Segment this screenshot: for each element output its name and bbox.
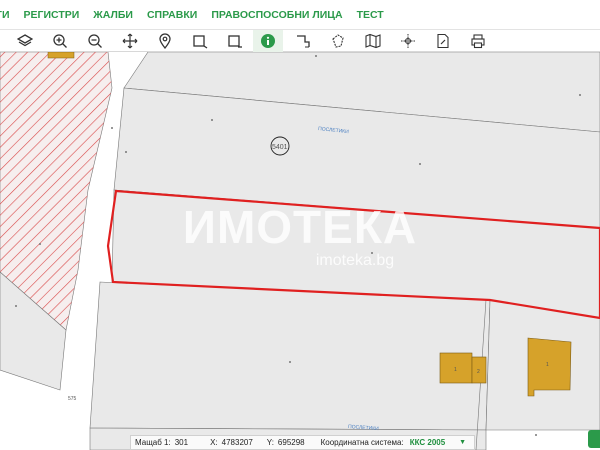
select-rect-icon [193, 35, 208, 49]
coordinate-grid-icon [401, 34, 415, 48]
measure-angle-button[interactable] [288, 30, 318, 52]
building-number: 1 [454, 367, 457, 373]
cadastral-map[interactable]: 1 2 1 5401 ПОСЛЕТИКИ ПОСЛЕТИКИ 575 ИМОТЕ… [0, 52, 600, 450]
menu-item-gi[interactable]: ГИ [0, 9, 10, 21]
pan-icon [122, 33, 138, 49]
road-label: 575 [68, 396, 77, 402]
draw-polygon-button[interactable] [323, 30, 353, 52]
document-edit-icon [437, 33, 449, 49]
pan-button[interactable] [115, 30, 145, 52]
menu-item-complaints[interactable]: ЖАЛБИ [93, 9, 133, 21]
document-edit-button[interactable] [428, 30, 458, 52]
select-rect-minus-icon [228, 35, 242, 48]
menu-item-test[interactable]: ТЕСТ [357, 9, 384, 21]
map-button[interactable] [358, 30, 388, 52]
building[interactable] [47, 52, 75, 59]
parcel-number: 5401 [272, 144, 288, 151]
layers-icon [17, 34, 33, 47]
main-menu: ГИ РЕГИСТРИ ЖАЛБИ СПРАВКИ ПРАВОСПОСОБНИ … [0, 0, 600, 30]
coordinate-system-label: Координатна система: [320, 438, 404, 447]
map-status-bar: Мащаб 1: 301 X: 4783207 Y: 695298 Коорди… [130, 435, 475, 450]
zoom-in-button[interactable] [45, 30, 75, 52]
draw-polygon-icon [332, 34, 344, 48]
scale-label: Мащаб 1: [135, 438, 171, 447]
layers-button[interactable] [10, 30, 40, 52]
coordinate-system-select[interactable]: ККС 2005 [410, 438, 445, 447]
parcel[interactable] [89, 281, 491, 431]
menu-item-legal-persons[interactable]: ПРАВОСПОСОБНИ ЛИЦА [211, 9, 342, 21]
location-pin-icon [159, 33, 171, 49]
x-value: 4783207 [221, 438, 253, 447]
coordinate-grid-button[interactable] [393, 30, 423, 52]
print-button[interactable] [463, 30, 493, 52]
measure-angle-icon [297, 35, 310, 48]
scale-value: 301 [174, 438, 189, 447]
chevron-down-icon[interactable]: ▼ [459, 439, 466, 446]
building-number: 1 [546, 362, 549, 368]
x-label: X: [210, 438, 218, 447]
map-toolbar [0, 30, 600, 52]
zoom-in-icon [53, 34, 67, 48]
select-rect-button[interactable] [185, 30, 215, 52]
location-button[interactable] [150, 30, 180, 52]
zoom-out-button[interactable] [80, 30, 110, 52]
info-icon [261, 34, 275, 48]
building[interactable] [527, 337, 572, 397]
y-label: Y: [266, 438, 274, 447]
y-value: 695298 [277, 438, 305, 447]
info-button[interactable] [253, 30, 283, 52]
map-icon [365, 33, 381, 49]
menu-item-references[interactable]: СПРАВКИ [147, 9, 197, 21]
building-number: 2 [477, 369, 480, 375]
select-rect-minus-button[interactable] [220, 30, 250, 52]
print-icon [471, 34, 485, 49]
side-panel-toggle-button[interactable] [588, 430, 600, 448]
menu-item-registers[interactable]: РЕГИСТРИ [24, 9, 80, 21]
map-canvas[interactable]: 1 2 1 5401 ПОСЛЕТИКИ ПОСЛЕТИКИ 575 [0, 52, 600, 450]
zoom-out-icon [88, 34, 102, 48]
